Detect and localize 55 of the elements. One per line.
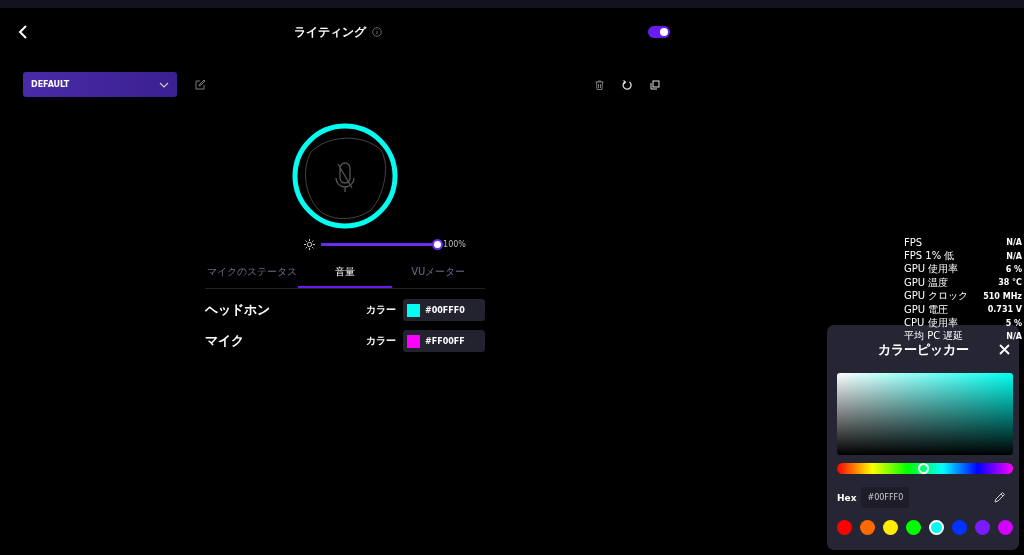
stat-value: 510 MHz — [983, 291, 1022, 301]
stat-value: 6 % — [1005, 264, 1022, 274]
back-icon[interactable] — [18, 25, 28, 39]
color-swatch[interactable] — [952, 520, 967, 535]
eyedropper-icon[interactable] — [994, 492, 1005, 503]
color-swatch[interactable] — [837, 520, 852, 535]
color-swatch[interactable] — [906, 520, 921, 535]
color-swatch[interactable] — [860, 520, 875, 535]
color-label: カラー — [366, 303, 396, 317]
profile-dropdown[interactable]: DEFAULT — [23, 72, 177, 97]
color-field[interactable]: #FF00FF — [403, 330, 485, 352]
stat-value: N/A — [1006, 238, 1022, 248]
stat-label: GPU 電圧 — [904, 302, 949, 317]
brightness-value: 100% — [443, 240, 466, 249]
tab[interactable]: マイクのステータス — [205, 258, 299, 288]
color-label: カラー — [366, 334, 396, 348]
brightness-slider-thumb[interactable] — [432, 239, 444, 250]
zone-label: マイク — [205, 332, 245, 350]
stat-value: 5 % — [1005, 318, 1022, 328]
hue-slider-thumb[interactable] — [917, 463, 929, 474]
stat-label: 平均 PC 遅延 — [904, 329, 964, 343]
stat-label: CPU 使用率 — [904, 316, 958, 331]
close-icon[interactable] — [999, 344, 1010, 355]
hex-value: #FF00FF — [425, 336, 465, 346]
hex-value: #00FFF0 — [425, 305, 465, 315]
copy-icon[interactable] — [650, 79, 660, 90]
caret-icon — [159, 81, 169, 88]
picker-title: カラーピッカー — [877, 341, 969, 359]
brightness-icon — [304, 239, 316, 250]
stat-label: GPU 使用率 — [904, 262, 959, 277]
page-title: ライティング — [294, 23, 366, 41]
stat-value: 0.731 V — [987, 305, 1022, 315]
stat-label: FPS — [904, 237, 923, 249]
color-swatch[interactable] — [975, 520, 990, 535]
reset-icon[interactable] — [622, 79, 632, 90]
saturation-area[interactable] — [837, 373, 1013, 455]
hex-label: Hex — [837, 492, 857, 503]
lighting-toggle[interactable] — [648, 26, 670, 38]
trash-icon[interactable] — [595, 79, 604, 90]
hex-input[interactable]: #00FFF0 — [861, 487, 910, 508]
stat-label: FPS 1% 低 — [904, 249, 955, 263]
info-icon[interactable] — [372, 27, 382, 37]
color-swatch[interactable] — [883, 520, 898, 535]
stat-label: GPU クロック — [904, 289, 969, 304]
stat-label: GPU 温度 — [904, 275, 949, 290]
edit-icon[interactable] — [195, 79, 205, 90]
color-swatch[interactable] — [998, 520, 1013, 535]
color-field[interactable]: #00FFF0 — [403, 299, 485, 321]
tab[interactable]: VUメーター — [391, 258, 485, 288]
zone-label: ヘッドホン — [205, 301, 271, 319]
stat-value: N/A — [1006, 251, 1022, 261]
color-swatch[interactable] — [929, 520, 944, 535]
stat-value: 38 °C — [998, 278, 1022, 288]
stat-value: N/A — [1006, 331, 1022, 341]
tab[interactable]: 音量 — [298, 258, 392, 288]
